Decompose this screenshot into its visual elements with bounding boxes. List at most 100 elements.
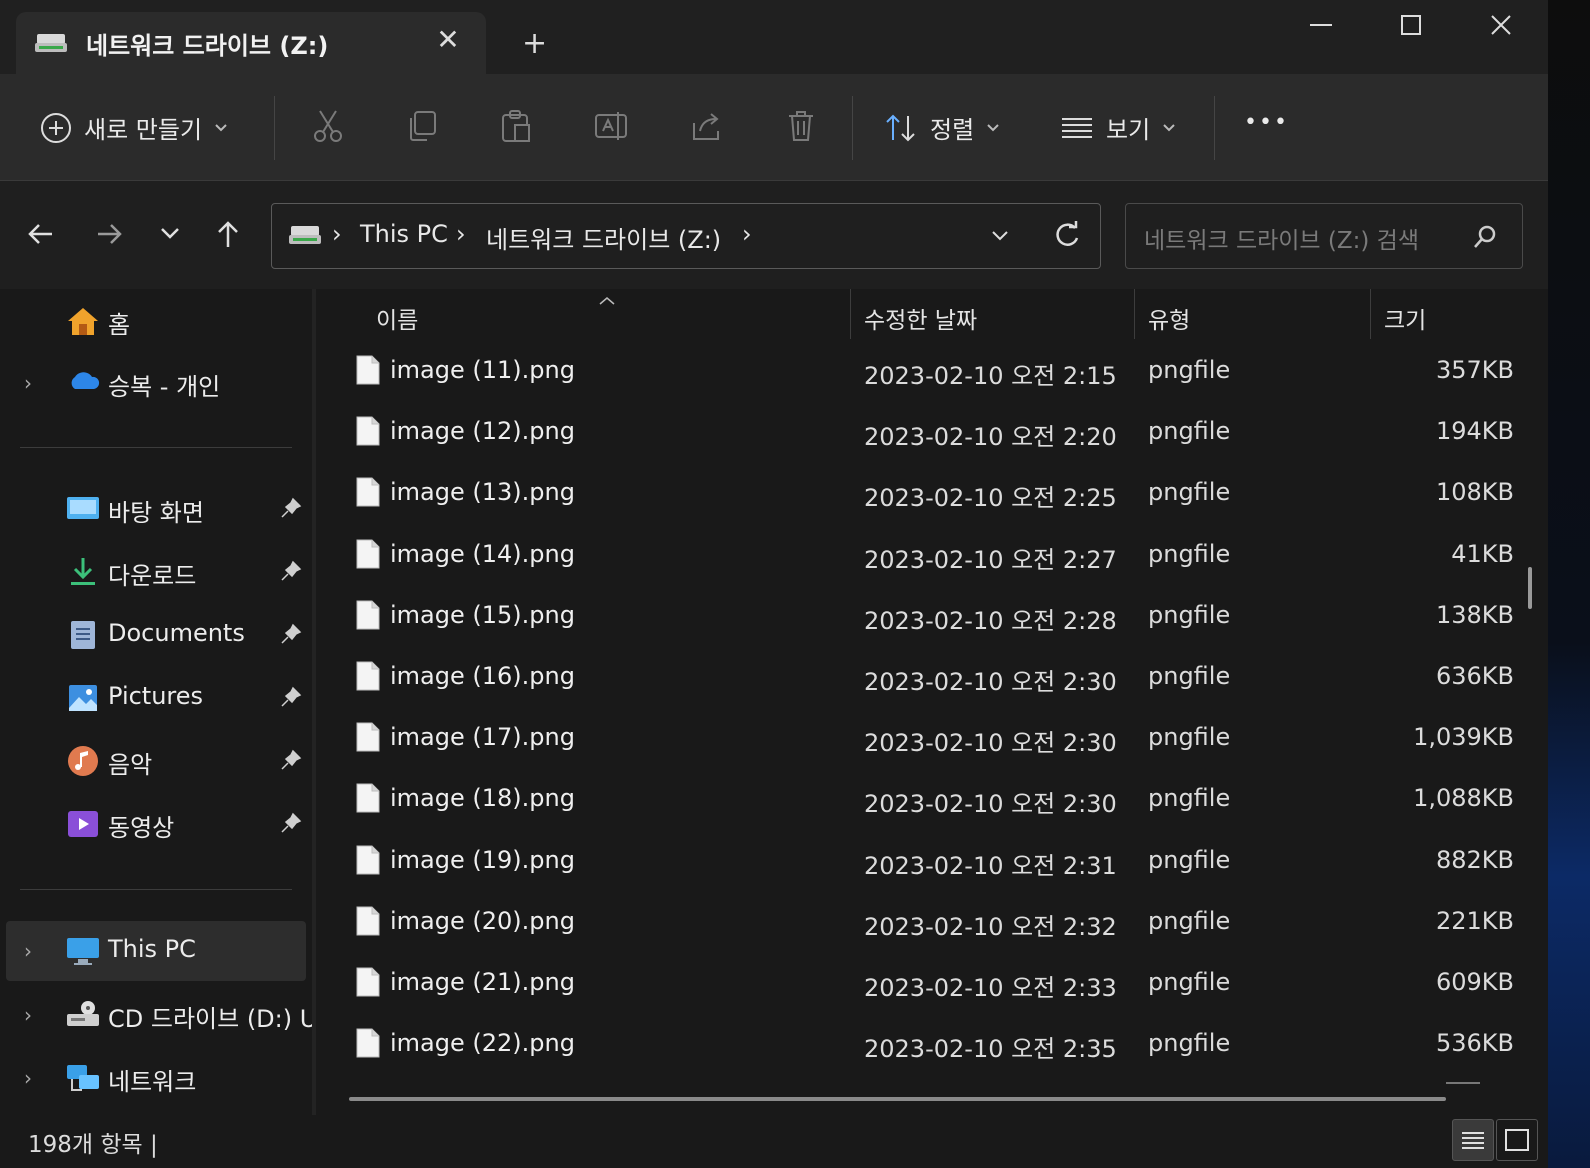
view-button[interactable]: 보기 <box>1060 110 1176 145</box>
paste-icon[interactable] <box>500 109 532 147</box>
tab-close-icon[interactable]: ✕ <box>434 26 462 54</box>
nav-item-documents[interactable]: Documents <box>0 605 312 665</box>
column-header-name[interactable]: 이름 <box>376 301 418 335</box>
column-header-date[interactable]: 수정한 날짜 <box>864 301 977 335</box>
nav-item-videos[interactable]: 동영상 <box>0 794 312 854</box>
recent-locations-chevron-icon[interactable] <box>158 225 182 245</box>
nav-item-desktop[interactable]: 바탕 화면 <box>0 479 312 539</box>
maximize-button[interactable] <box>1366 0 1456 50</box>
nav-item-pictures[interactable]: Pictures <box>0 668 312 728</box>
expand-chevron-icon[interactable]: › <box>24 1066 32 1090</box>
file-name: image (19).png <box>390 845 575 874</box>
drive-icon <box>34 32 68 58</box>
nav-item-downloads[interactable]: 다운로드 <box>0 542 312 602</box>
file-row[interactable]: image (11).png 2023-02-10 오전 2:15 pngfile 3… <box>316 341 1548 402</box>
nav-item-cd-drive[interactable]: › CD 드라이브 (D:) U <box>0 985 317 1045</box>
share-icon[interactable] <box>690 109 722 147</box>
expand-chevron-icon[interactable]: › <box>24 939 32 963</box>
file-type: pngfile <box>1148 662 1231 690</box>
column-separator[interactable] <box>1134 289 1135 339</box>
file-row[interactable]: image (13).png 2023-02-10 오전 2:25 pngfile 1… <box>316 463 1548 524</box>
file-row[interactable]: image (17).png 2023-02-10 오전 2:30 pngfile 1… <box>316 708 1548 769</box>
file-type: pngfile <box>1148 1029 1231 1058</box>
column-header-size[interactable]: 크기 <box>1384 301 1426 335</box>
new-tab-button[interactable]: + <box>522 26 547 61</box>
expand-chevron-icon[interactable]: › <box>24 371 32 395</box>
file-name: image (22).png <box>390 1029 575 1058</box>
new-button-label: 새로 만들기 <box>84 116 203 144</box>
divider <box>852 96 853 160</box>
file-type: pngfile <box>1148 417 1231 446</box>
navigation-row: › This PC › 네트워크 드라이브 (Z:) › 네트워크 드라이브 (… <box>0 181 1548 289</box>
tab-network-drive[interactable]: 네트워크 드라이브 (Z:) ✕ <box>16 12 486 74</box>
pictures-icon <box>66 682 100 718</box>
column-header-type[interactable]: 유형 <box>1148 301 1190 335</box>
file-icon <box>356 539 380 573</box>
delete-icon[interactable] <box>786 109 816 147</box>
nav-label: Documents <box>108 619 245 647</box>
breadcrumb-separator[interactable]: › <box>456 220 466 248</box>
nav-item-network[interactable]: › 네트워크 <box>0 1048 312 1108</box>
cloud-icon <box>66 367 100 397</box>
file-row[interactable]: image (12).png 2023-02-10 오전 2:20 pngfile 1… <box>316 402 1548 463</box>
status-bar: 198개 항목 | <box>0 1115 1548 1168</box>
breadcrumb-separator[interactable]: › <box>742 220 752 248</box>
expand-chevron-icon[interactable]: › <box>24 1003 32 1027</box>
copy-icon[interactable] <box>406 109 438 147</box>
file-row[interactable]: image (19).png 2023-02-10 오전 2:31 pngfile 8… <box>316 831 1548 892</box>
breadcrumb-thispc[interactable]: This PC <box>360 220 448 248</box>
file-row[interactable]: image (15).png 2023-02-10 오전 2:28 pngfile 1… <box>316 586 1548 647</box>
file-icon <box>356 600 380 634</box>
nav-item-onedrive[interactable]: › 승복 - 개인 <box>0 353 312 413</box>
pin-icon[interactable] <box>280 686 302 712</box>
pin-icon[interactable] <box>280 560 302 586</box>
minimize-icon <box>1310 24 1332 26</box>
file-type: pngfile <box>1148 478 1231 507</box>
address-bar[interactable]: › This PC › 네트워크 드라이브 (Z:) › <box>271 203 1101 269</box>
pin-icon[interactable] <box>280 623 302 649</box>
more-options-button[interactable]: ••• <box>1244 110 1289 135</box>
details-view-button[interactable] <box>1452 1119 1494 1161</box>
forward-icon[interactable] <box>94 219 124 253</box>
search-icon[interactable] <box>1472 224 1498 254</box>
address-history-chevron-icon[interactable] <box>990 228 1010 247</box>
close-window-button[interactable] <box>1456 0 1546 50</box>
nav-item-thispc[interactable]: › This PC <box>6 921 306 981</box>
file-row[interactable]: image (16).png 2023-02-10 오전 2:30 pngfile 6… <box>316 647 1548 708</box>
large-icons-view-button[interactable] <box>1496 1119 1538 1161</box>
file-row[interactable]: image (14).png 2023-02-10 오전 2:27 pngfile 4… <box>316 525 1548 586</box>
back-icon[interactable] <box>26 219 56 253</box>
nav-label: 승복 - 개인 <box>108 373 221 401</box>
file-date: 2023-02-10 오전 2:35 <box>864 1035 1117 1064</box>
search-box[interactable]: 네트워크 드라이브 (Z:) 검색 <box>1125 203 1523 269</box>
vertical-scrollbar-thumb[interactable] <box>1528 567 1532 609</box>
sort-button[interactable]: 정렬 <box>884 110 1000 145</box>
nav-item-home[interactable]: 홈 <box>0 291 312 351</box>
breadcrumb-network-drive[interactable]: 네트워크 드라이브 (Z:) <box>486 220 721 255</box>
breadcrumb-separator[interactable]: › <box>332 220 342 248</box>
column-separator[interactable] <box>850 289 851 339</box>
refresh-icon[interactable] <box>1052 220 1080 254</box>
file-row[interactable]: image (22).png 2023-02-10 오전 2:35 pngfile 5… <box>316 1014 1548 1075</box>
horizontal-scrollbar[interactable] <box>349 1097 1446 1101</box>
file-list: 이름 수정한 날짜 유형 크기 image (11).png 2023-02-10… <box>316 289 1548 1115</box>
pin-icon[interactable] <box>280 497 302 523</box>
new-button[interactable]: 새로 만들기 <box>40 110 228 145</box>
file-icon <box>356 845 380 879</box>
nav-label: 네트워크 <box>108 1068 197 1096</box>
cut-icon[interactable] <box>312 109 344 147</box>
rename-icon[interactable] <box>594 109 628 147</box>
music-icon <box>66 745 100 781</box>
nav-item-music[interactable]: 음악 <box>0 731 312 791</box>
file-date: 2023-02-10 오전 2:33 <box>864 974 1117 1002</box>
file-row[interactable]: image (21).png 2023-02-10 오전 2:33 pngfile 6… <box>316 953 1548 1014</box>
file-name: image (16).png <box>390 662 575 690</box>
nav-label: 다운로드 <box>108 562 197 590</box>
pin-icon[interactable] <box>280 749 302 775</box>
column-separator[interactable] <box>1370 289 1371 339</box>
pin-icon[interactable] <box>280 812 302 838</box>
file-row[interactable]: image (20).png 2023-02-10 오전 2:32 pngfile 2… <box>316 892 1548 953</box>
up-icon[interactable] <box>213 219 243 253</box>
minimize-button[interactable] <box>1276 0 1366 50</box>
file-row[interactable]: image (18).png 2023-02-10 오전 2:30 pngfile 1… <box>316 769 1548 830</box>
